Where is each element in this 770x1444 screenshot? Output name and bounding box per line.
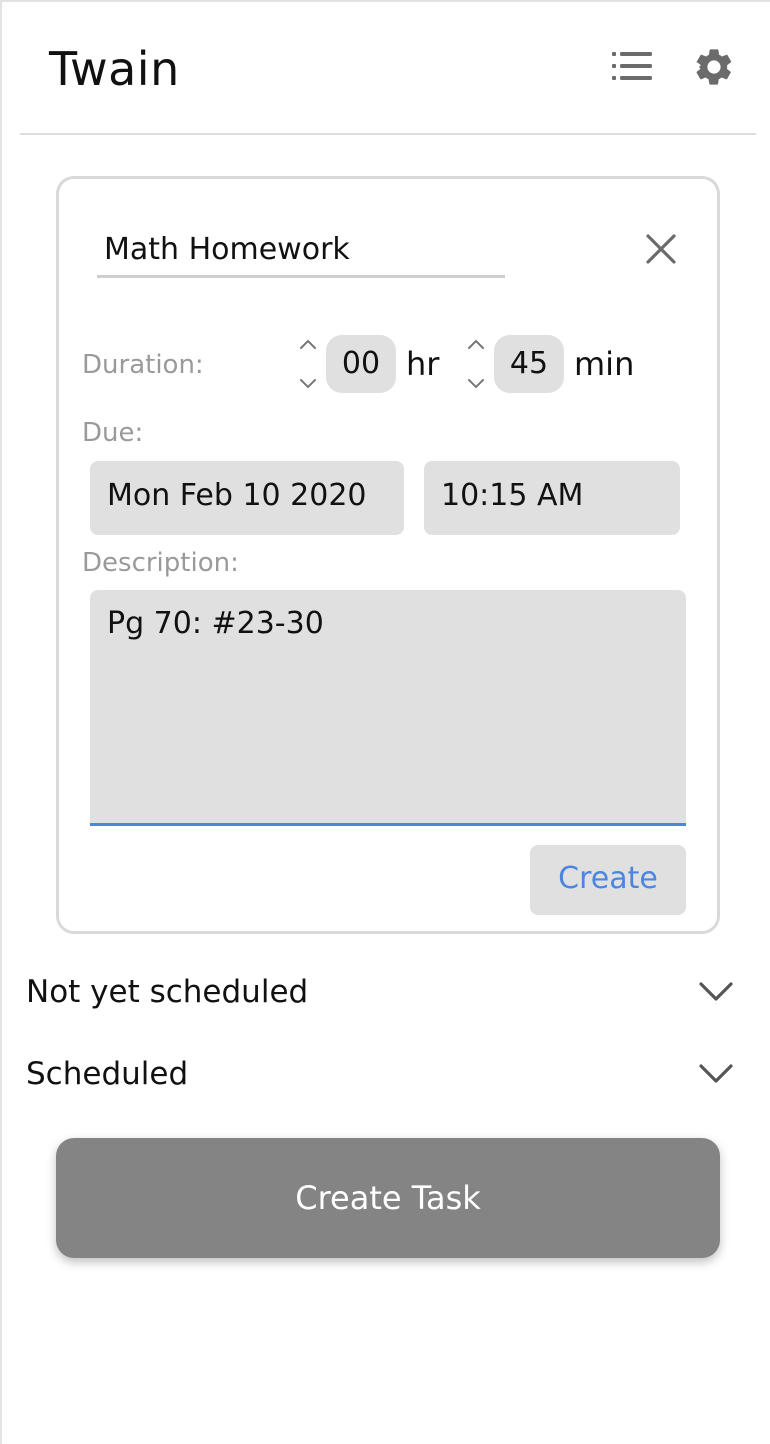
create-button[interactable]: Create [530,845,686,915]
minutes-stepper[interactable] [462,336,490,392]
hours-input[interactable]: 00 [326,335,396,393]
minutes-input[interactable]: 45 [494,335,564,393]
hours-unit: hr [406,345,440,383]
description-textarea[interactable]: Pg 70: #23-30 [90,590,686,826]
section-not-yet-scheduled[interactable]: Not yet scheduled [26,970,738,1020]
gear-icon[interactable] [692,45,736,89]
header: Twain [20,2,756,135]
minutes-unit: min [574,345,635,383]
section-label: Scheduled [26,1056,189,1092]
due-date-field[interactable]: Mon Feb 10 2020 [90,461,404,535]
chevron-down-icon[interactable] [698,1062,734,1086]
duration-label: Duration: [82,350,204,380]
section-label: Not yet scheduled [26,974,309,1010]
app-frame: Twain Math Homework Duration: 00 hr 45 m… [0,0,770,1444]
create-task-button[interactable]: Create Task [56,1138,720,1258]
app-title: Twain [49,42,180,96]
hours-stepper[interactable] [294,336,322,392]
close-icon[interactable] [644,232,678,266]
due-time-field[interactable]: 10:15 AM [424,461,680,535]
chevron-down-icon[interactable] [698,980,734,1004]
list-icon[interactable] [610,46,656,86]
task-title-input[interactable]: Math Homework [97,226,505,278]
section-scheduled[interactable]: Scheduled [26,1052,738,1102]
due-label: Due: [82,418,144,448]
description-label: Description: [82,548,239,578]
new-task-card: Math Homework Duration: 00 hr 45 min Due… [56,176,720,934]
